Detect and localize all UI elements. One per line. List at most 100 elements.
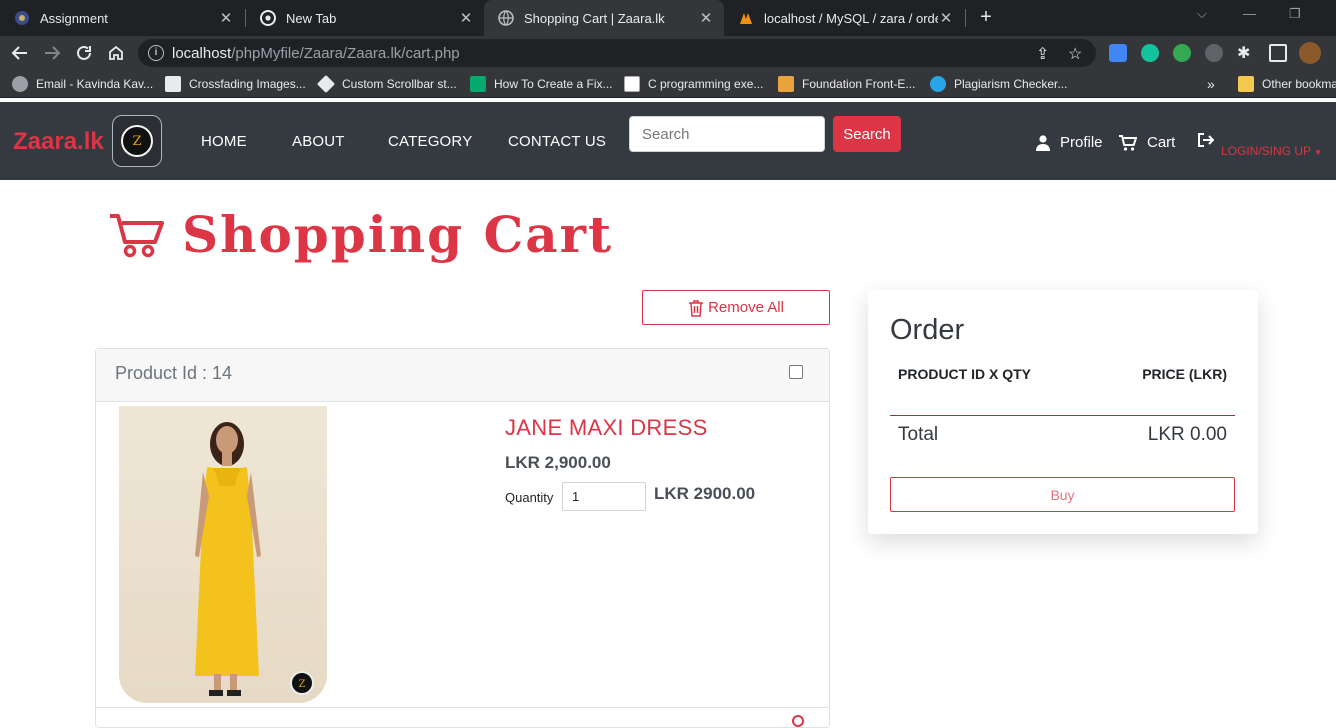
page-title: Shopping Cart	[182, 205, 614, 264]
close-tab-icon[interactable]: ✕	[218, 9, 234, 27]
foundation-icon	[778, 76, 794, 92]
profile-avatar-icon[interactable]	[1299, 42, 1321, 64]
address-url: localhost/phpMyfile/Zaara/Zaara.lk/cart.…	[172, 45, 460, 62]
cart-label: Cart	[1147, 134, 1176, 151]
bookmark-item[interactable]: Email - Kavinda Kav...	[12, 76, 153, 92]
order-total-label: Total	[898, 424, 939, 445]
css3-icon	[165, 76, 181, 92]
site-info-icon[interactable]: i	[148, 45, 164, 61]
forward-arrow-icon[interactable]	[41, 42, 63, 64]
other-bookmarks-folder[interactable]: Other bookma	[1238, 76, 1336, 92]
product-name: JANE MAXI DRESS	[505, 415, 708, 440]
remove-all-button[interactable]: Remove All	[642, 290, 830, 325]
phpmyadmin-favicon-icon	[738, 10, 754, 26]
side-panel-icon[interactable]	[1269, 44, 1287, 62]
divider	[96, 707, 829, 708]
quantity-label: Quantity	[505, 490, 554, 505]
order-title: Order	[890, 314, 965, 346]
logo-emblem-icon: Z	[121, 125, 153, 157]
back-arrow-icon[interactable]	[9, 42, 31, 64]
bookmark-item[interactable]: Plagiarism Checker...	[930, 76, 1067, 92]
site-navbar: Zaara.lk Z HOME ABOUT CATEGORY CONTACT U…	[0, 102, 1336, 180]
trash-icon	[689, 299, 704, 317]
bookmarks-bar: Email - Kavinda Kav... Crossfading Image…	[0, 70, 1336, 98]
nav-home[interactable]: HOME	[201, 133, 247, 150]
select-item-checkbox[interactable]	[789, 365, 803, 379]
bookmark-item[interactable]: Custom Scrollbar st...	[316, 74, 457, 94]
cart-item-header: Product Id : 14	[96, 349, 829, 402]
order-total-value: LKR 0.00	[1147, 424, 1227, 445]
brand-logo[interactable]: Z	[112, 115, 162, 167]
w3schools-icon	[470, 76, 486, 92]
grammarly-extension-icon[interactable]	[1141, 44, 1159, 62]
bookmark-star-icon[interactable]: ☆	[1068, 44, 1082, 64]
chrome-favicon-icon	[260, 10, 276, 26]
vpn-extension-icon[interactable]	[1205, 44, 1223, 62]
tab-title: Shopping Cart | Zaara.lk	[524, 10, 665, 26]
order-column-price: PRICE (LKR)	[1142, 366, 1227, 382]
codepen-icon	[316, 74, 336, 94]
address-bar[interactable]: i localhost/phpMyfile/Zaara/Zaara.lk/car…	[138, 39, 1096, 67]
reload-icon[interactable]	[73, 42, 95, 64]
buy-button[interactable]: Buy	[890, 477, 1235, 512]
cart-link[interactable]: Cart	[1119, 134, 1175, 151]
profile-link[interactable]: Profile	[1036, 134, 1103, 151]
search-button[interactable]: Search	[833, 116, 901, 152]
google-translate-extension-icon[interactable]	[1109, 44, 1127, 62]
divider	[890, 415, 1235, 416]
browser-toolbar: i localhost/phpMyfile/Zaara/Zaara.lk/car…	[0, 36, 1336, 70]
nav-category[interactable]: CATEGORY	[388, 133, 472, 150]
shopping-cart-icon	[1119, 134, 1137, 151]
minimize-window-icon[interactable]: —	[1243, 6, 1256, 21]
tab-search-chevron-icon[interactable]: ⌵	[1197, 6, 1207, 22]
extensions-puzzle-icon[interactable]: ✱	[1237, 43, 1250, 63]
tab-title: New Tab	[286, 10, 337, 26]
tab-title: localhost / MySQL / zara / order_	[764, 10, 938, 26]
extension-icon[interactable]	[1173, 44, 1191, 62]
order-column-product: PRODUCT ID X QTY	[898, 366, 1032, 382]
search-input[interactable]	[629, 116, 825, 152]
bookmark-item[interactable]: C programming exe...	[624, 76, 763, 92]
caret-down-icon: ▼	[1314, 148, 1323, 157]
assignment-favicon-icon	[14, 10, 30, 26]
home-icon[interactable]	[105, 42, 127, 64]
brand-name[interactable]: Zaara.lk	[13, 128, 104, 156]
nav-contact-us[interactable]: CONTACT US	[508, 133, 606, 150]
browser-tab-new-tab[interactable]: New Tab ✕	[246, 0, 484, 36]
shopping-cart-icon	[110, 213, 164, 257]
quantity-input[interactable]	[562, 482, 646, 511]
browser-tab-assignment[interactable]: Assignment ✕	[0, 0, 244, 36]
svg-text:Z: Z	[299, 679, 306, 690]
order-summary: Order PRODUCT ID X QTY PRICE (LKR) Total…	[868, 290, 1258, 534]
globe-favicon-icon	[498, 10, 514, 26]
new-tab-plus-icon[interactable]: +	[976, 6, 996, 30]
share-icon[interactable]: ⇪	[1036, 44, 1049, 64]
profile-label: Profile	[1060, 134, 1103, 151]
login-signup-dropdown[interactable]: LOGIN/SING UP ▼	[1221, 144, 1322, 158]
close-tab-icon[interactable]: ✕	[698, 9, 714, 27]
browser-tab-phpmyadmin[interactable]: localhost / MySQL / zara / order_ ✕	[724, 0, 964, 36]
page-heading: Shopping Cart	[108, 205, 613, 264]
close-tab-icon[interactable]: ✕	[938, 9, 954, 27]
cart-item-card: Product Id : 14 Z JANE MAXI DRESS LKR 2,…	[95, 348, 830, 728]
product-price: LKR 2,900.00	[505, 453, 611, 472]
nav-about[interactable]: ABOUT	[292, 133, 345, 150]
plagiarism-checker-icon	[930, 76, 946, 92]
sign-out-icon[interactable]	[1198, 133, 1215, 152]
product-image: Z	[119, 406, 327, 703]
browser-tab-shopping-cart[interactable]: Shopping Cart | Zaara.lk ✕	[484, 0, 724, 36]
restore-window-icon[interactable]: ❐	[1289, 6, 1301, 22]
w3resource-icon	[624, 76, 640, 92]
bookmark-item[interactable]: Foundation Front-E...	[778, 76, 915, 92]
user-icon	[1036, 134, 1050, 151]
tab-title: Assignment	[40, 10, 108, 26]
product-id: Product Id : 14	[115, 363, 233, 383]
browser-tab-strip: Assignment ✕ New Tab ✕ Shopping Cart | Z…	[0, 0, 1336, 36]
line-total: LKR 2900.00	[654, 484, 756, 503]
more-bookmarks-icon[interactable]: »	[1207, 76, 1215, 92]
folder-icon	[1238, 76, 1254, 92]
close-tab-icon[interactable]: ✕	[458, 9, 474, 27]
bookmark-item[interactable]: How To Create a Fix...	[470, 76, 613, 92]
bookmark-item[interactable]: Crossfading Images...	[165, 76, 306, 92]
remove-item-icon[interactable]	[792, 715, 804, 727]
